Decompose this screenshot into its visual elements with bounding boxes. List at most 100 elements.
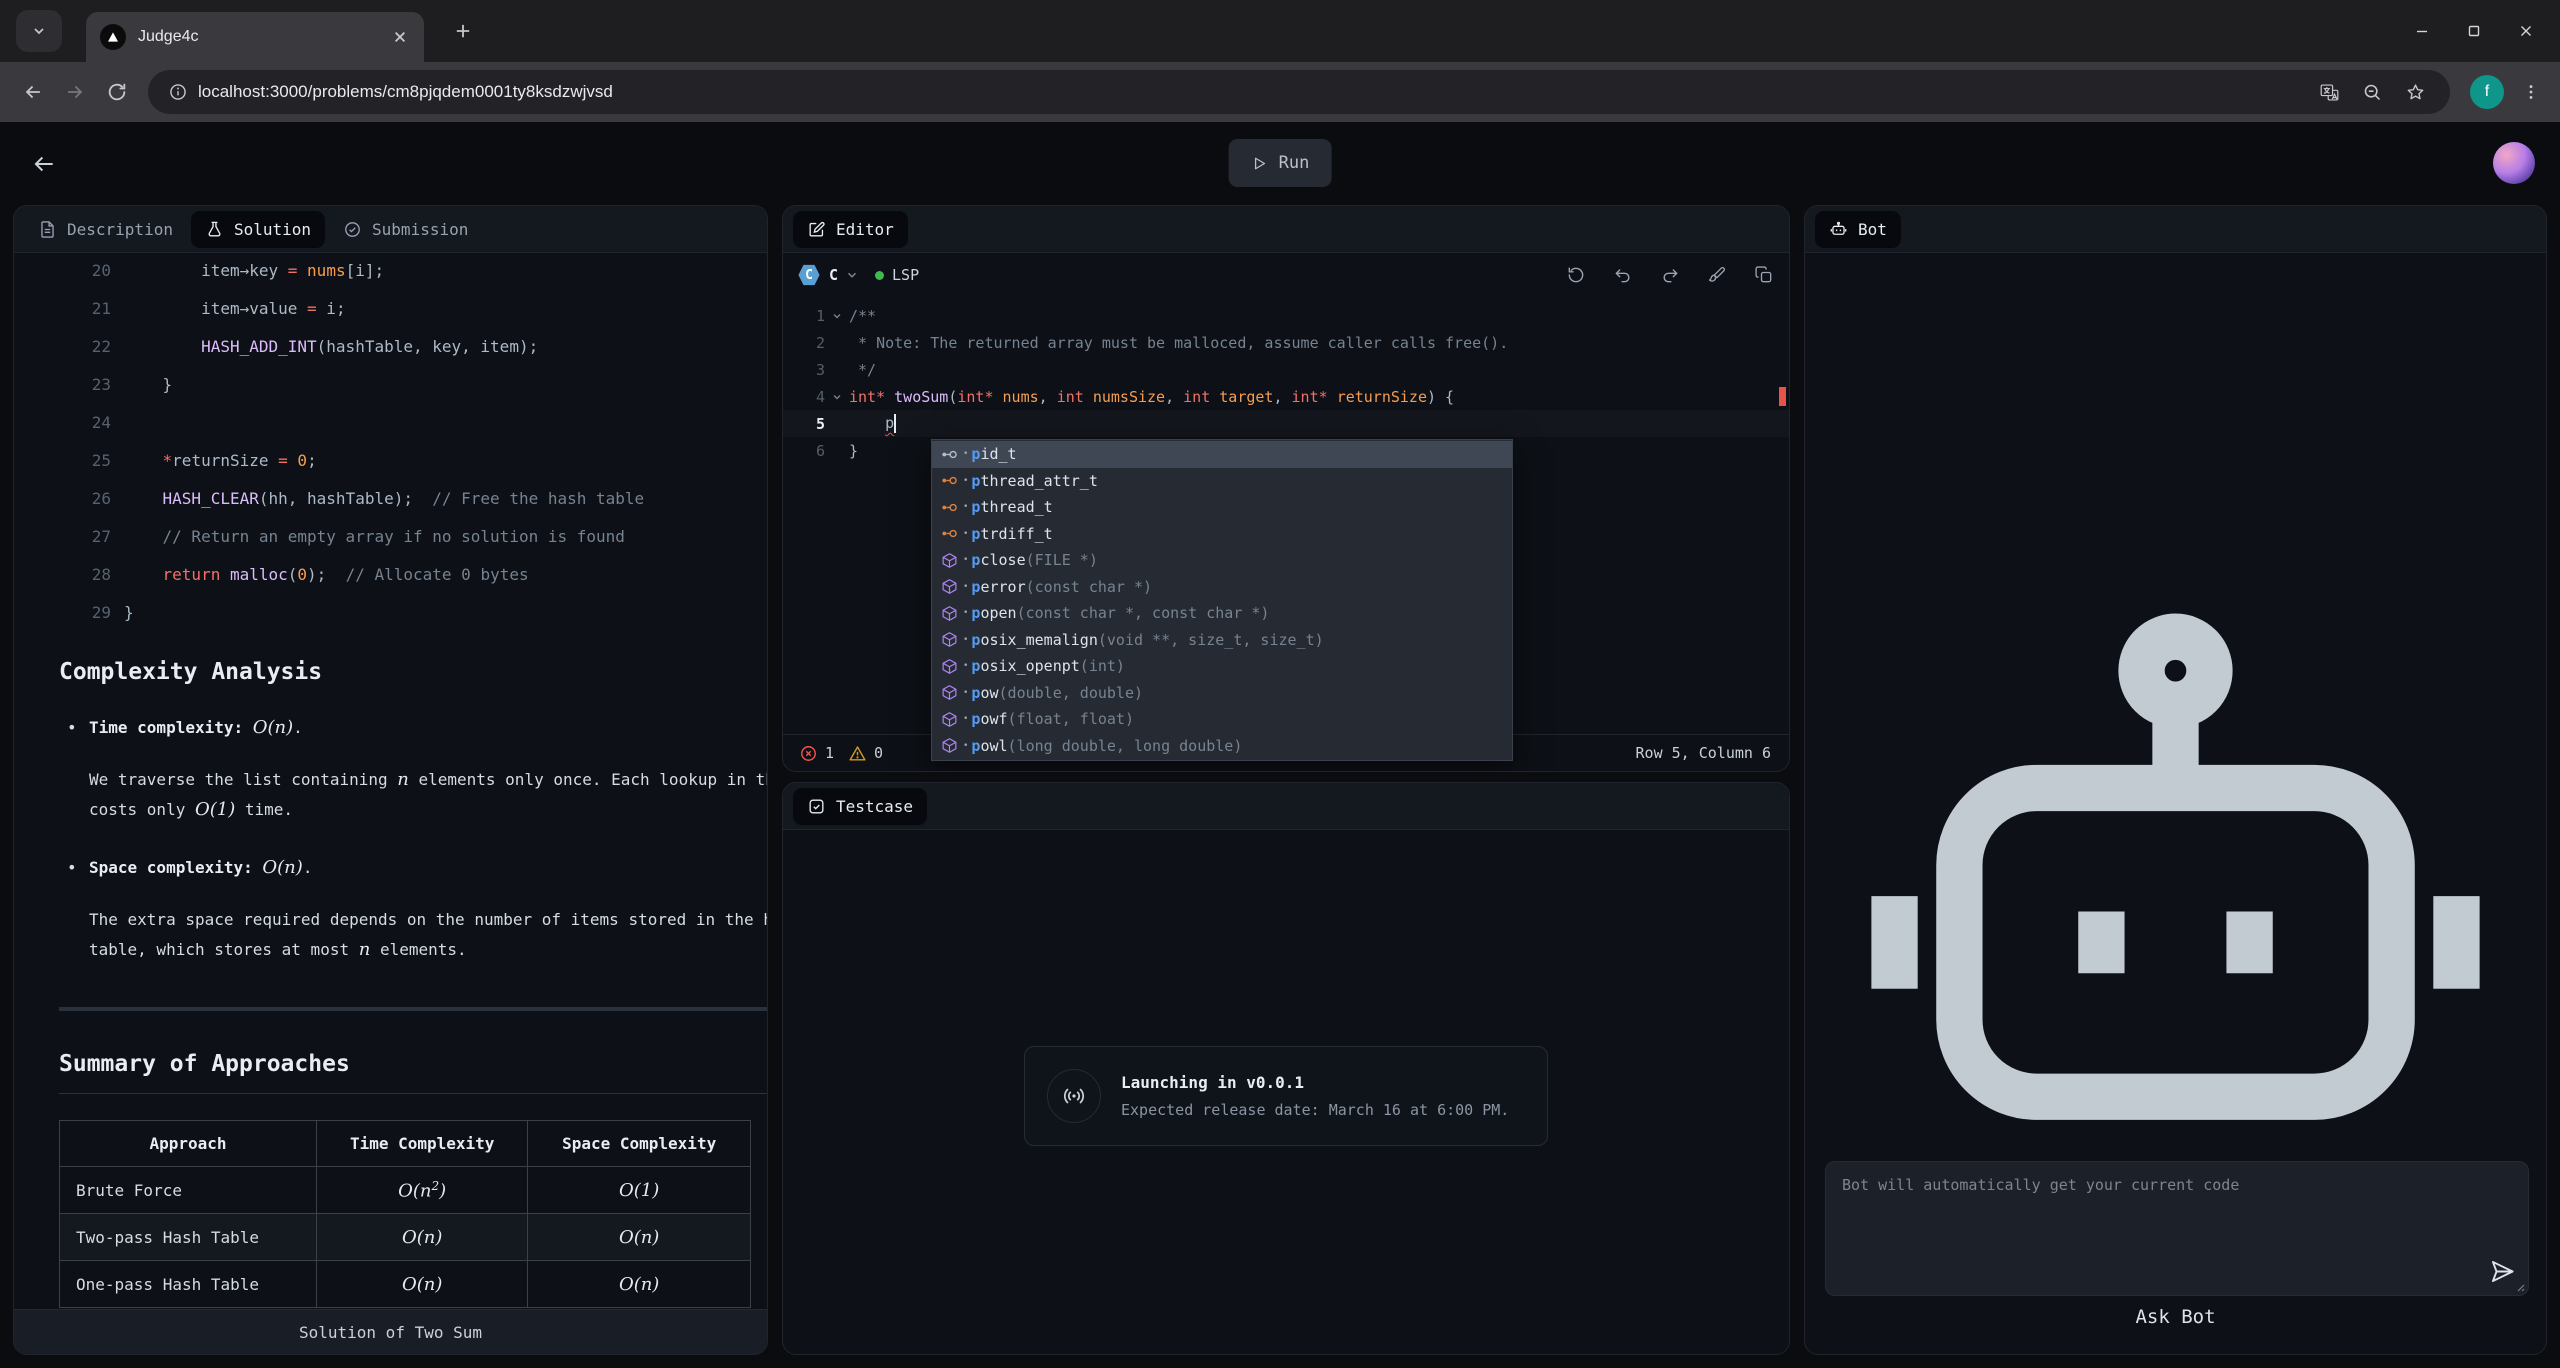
fold-chevron-icon[interactable]: [825, 310, 849, 322]
plus-icon: [454, 22, 472, 40]
table-row: One-pass Hash TableO(n)O(n): [60, 1261, 751, 1308]
browser-menu-button[interactable]: [2514, 75, 2548, 109]
bot-body: Ask Bot Powered by Vercel Ai SDK: [1805, 253, 2546, 1354]
typedef-icon: [941, 499, 958, 516]
code-line: 20 item→key = nums[i];: [14, 253, 767, 289]
bookmark-star-icon[interactable]: [2405, 82, 2426, 103]
tab-solution[interactable]: Solution: [191, 211, 325, 248]
judge4c-favicon-icon: [100, 24, 126, 50]
method-icon: [941, 578, 958, 595]
analysis-paragraph: We traverse the list containing n elemen…: [59, 765, 767, 825]
footer-label: Solution of Two Sum: [299, 1323, 482, 1342]
user-avatar[interactable]: [2493, 142, 2535, 184]
fold-chevron-icon[interactable]: [825, 391, 849, 403]
tab-description[interactable]: Description: [24, 211, 187, 248]
browser-tab[interactable]: Judge4c: [86, 12, 424, 62]
code-text: *returnSize = 0;: [124, 451, 317, 470]
editor-code-line[interactable]: 2 * Note: The returned array must be mal…: [783, 329, 1789, 356]
omnibox-actions: [2319, 82, 2426, 103]
tab-label: Submission: [372, 220, 468, 239]
code-text: }: [124, 603, 134, 622]
code-text: item→key = nums[i];: [124, 261, 384, 280]
completion-bullet: •: [963, 635, 968, 645]
tab-submission[interactable]: Submission: [329, 211, 482, 248]
tab-close-button[interactable]: [390, 27, 410, 47]
resize-grip-icon[interactable]: [2513, 1280, 2525, 1292]
lsp-label: LSP: [892, 266, 919, 284]
completion-item[interactable]: •pclose(FILE *): [932, 547, 1512, 574]
reload-button[interactable]: [96, 71, 138, 113]
url-bar[interactable]: localhost:3000/problems/cm8pjqdem0001ty8…: [148, 70, 2450, 114]
completion-item[interactable]: •pow(double, double): [932, 680, 1512, 707]
maximize-button[interactable]: [2448, 9, 2500, 53]
solution-article[interactable]: 20 item→key = nums[i]; 21 item→value = i;…: [14, 253, 767, 1309]
forward-arrow-icon: [64, 81, 86, 103]
editor-code-line[interactable]: 5 p: [783, 410, 1789, 437]
code-line: 25 *returnSize = 0;: [14, 441, 767, 479]
completion-item[interactable]: •pthread_t: [932, 494, 1512, 521]
warning-count: 0: [848, 744, 883, 763]
tab-bot[interactable]: Bot: [1815, 211, 1901, 248]
tab-testcase[interactable]: Testcase: [793, 788, 927, 825]
completion-item[interactable]: •pthread_attr_t: [932, 468, 1512, 495]
tab-label: Description: [67, 220, 173, 239]
file-text-icon: [38, 220, 57, 239]
back-button[interactable]: [12, 71, 54, 113]
editor-code-line[interactable]: 3 */: [783, 356, 1789, 383]
completion-item[interactable]: •posix_openpt(int): [932, 653, 1512, 680]
code-line: 29}: [14, 593, 767, 631]
window-controls: [2396, 0, 2552, 62]
completion-item[interactable]: •pid_t: [932, 441, 1512, 468]
text-cursor: [894, 414, 896, 433]
bot-powered-by: Powered by Vercel Ai SDK: [1805, 1354, 2546, 1355]
tab-search-button[interactable]: [16, 10, 62, 52]
bot-message-input[interactable]: [1826, 1162, 2528, 1295]
code-text: /**: [849, 307, 876, 325]
testcase-body: Launching in v0.0.1 Expected release dat…: [783, 830, 1789, 1354]
minimize-button[interactable]: [2396, 9, 2448, 53]
translate-icon[interactable]: [2319, 82, 2340, 103]
close-window-button[interactable]: [2500, 9, 2552, 53]
minimize-icon: [2414, 23, 2430, 39]
app-back-button[interactable]: [25, 145, 63, 183]
browser-toolbar: localhost:3000/problems/cm8pjqdem0001ty8…: [0, 62, 2560, 122]
code-text: item→value = i;: [124, 299, 346, 318]
tab-label: Bot: [1858, 220, 1887, 239]
method-icon: [941, 684, 958, 701]
completion-item[interactable]: •perror(const char *): [932, 574, 1512, 601]
completion-item[interactable]: •popen(const char *, const char *): [932, 600, 1512, 627]
c-language-icon: C: [798, 264, 820, 286]
copy-icon[interactable]: [1754, 265, 1774, 285]
format-brush-icon[interactable]: [1707, 265, 1727, 285]
completion-item[interactable]: •powf(float, float): [932, 706, 1512, 733]
send-button[interactable]: [2489, 1258, 2516, 1285]
flask-icon: [205, 220, 224, 239]
forward-button[interactable]: [54, 71, 96, 113]
editor-code-line[interactable]: 4int* twoSum(int* nums, int numsSize, in…: [783, 383, 1789, 410]
line-number: 29: [14, 603, 111, 622]
editor-code-line[interactable]: 1/**: [783, 302, 1789, 329]
completion-item[interactable]: •posix_memalign(void **, size_t, size_t): [932, 627, 1512, 654]
browser-profile-avatar[interactable]: f: [2470, 75, 2504, 109]
tab-editor[interactable]: Editor: [793, 211, 908, 248]
redo-icon[interactable]: [1660, 265, 1680, 285]
site-info-icon[interactable]: [168, 82, 188, 102]
completion-item[interactable]: •ptrdiff_t: [932, 521, 1512, 548]
chevron-down-icon[interactable]: [845, 268, 859, 282]
line-number: 27: [14, 527, 111, 546]
completion-label: pclose(FILE *): [971, 551, 1097, 569]
new-tab-button[interactable]: [448, 16, 478, 46]
completion-item[interactable]: •powl(long double, long double): [932, 733, 1512, 760]
run-button[interactable]: Run: [1229, 139, 1332, 187]
line-number: 21: [14, 299, 111, 318]
screen: Judge4c localhost:3000/problems/cm8pjqde…: [0, 0, 2560, 1368]
judge4c-app: Run Description Solution: [0, 122, 2560, 1368]
undo-icon[interactable]: [1613, 265, 1633, 285]
typedef-icon: [941, 525, 958, 542]
divider: [59, 1007, 767, 1011]
reload-icon: [106, 81, 128, 103]
problem-tabs: Description Solution Submission: [14, 206, 767, 253]
completion-label: pid_t: [971, 445, 1016, 463]
zoom-out-icon[interactable]: [2362, 82, 2383, 103]
reset-icon[interactable]: [1566, 265, 1586, 285]
